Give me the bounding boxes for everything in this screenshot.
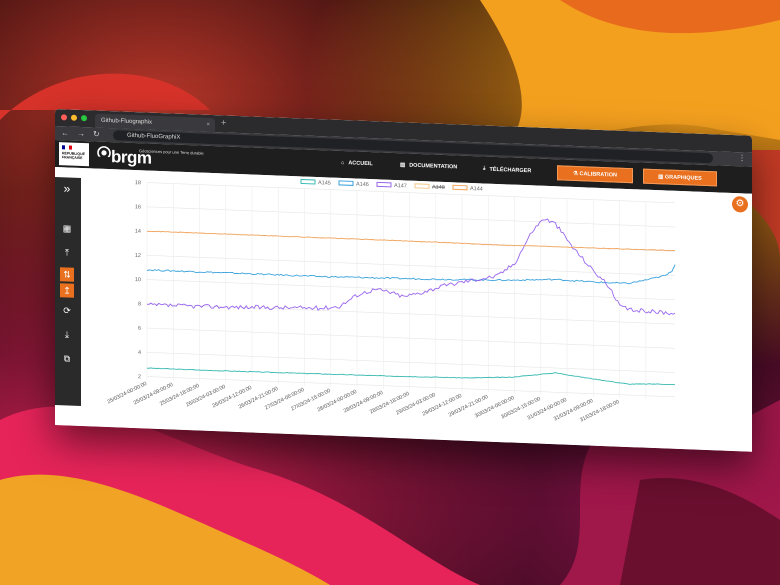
y-tick-label: 12 xyxy=(135,253,141,259)
y-tick-label: 10 xyxy=(135,277,141,283)
line-chart: 2468101214161825/03/24-00:00:0025/03/24-… xyxy=(106,178,676,424)
calibration-label: CALIBRATION xyxy=(579,171,617,179)
main-content: » ▦ ⤒ ⇅ ↥ ⟳ ⤓ ⧉ ⚙ 2 4 6 8 10 12 14 16 18 25/03/24… xyxy=(55,167,752,452)
chart-icon: ▥ xyxy=(658,174,664,181)
legend-label: A145 xyxy=(318,180,331,186)
home-icon: ⌂ xyxy=(341,159,345,167)
series-line-a144 xyxy=(147,230,676,252)
book-icon: ▤ xyxy=(400,162,406,169)
legend-swatch xyxy=(338,180,354,186)
y-tick-label: 4 xyxy=(138,350,141,356)
close-window-button[interactable] xyxy=(61,114,67,121)
reload-icon[interactable]: ↻ xyxy=(93,129,100,138)
legend-swatch xyxy=(300,178,316,185)
window-controls xyxy=(61,114,87,122)
nav-documentation[interactable]: ▤ DOCUMENTATION xyxy=(400,162,457,170)
browser-nav: ← → ↻ xyxy=(61,128,100,138)
back-arrow-icon[interactable]: ← xyxy=(61,128,69,137)
y-tick-label: 8 xyxy=(138,301,141,307)
minimize-window-button[interactable] xyxy=(71,114,77,121)
flag-icon xyxy=(62,145,72,150)
series-line-a146 xyxy=(146,264,676,285)
graphiques-button[interactable]: ▥ GRAPHIQUES xyxy=(643,168,717,187)
y-tick-label: 6 xyxy=(138,326,141,332)
y-tick-label: 16 xyxy=(135,204,141,210)
new-tab-button[interactable]: + xyxy=(221,117,226,127)
nav-telecharger[interactable]: ⤓ TÉLÉCHARGER xyxy=(483,165,531,174)
legend-label: A146 xyxy=(356,182,369,188)
flask-icon: ⚗ xyxy=(573,170,578,178)
download-icon: ⤓ xyxy=(483,165,486,172)
maximize-window-button[interactable] xyxy=(81,114,87,122)
nav-telecharger-label: TÉLÉCHARGER xyxy=(489,166,532,174)
y-tick-label: 2 xyxy=(138,374,141,380)
nav-accueil[interactable]: ⌂ ACCUEIL xyxy=(341,160,373,167)
legend-swatch xyxy=(414,183,430,189)
legend-swatch xyxy=(376,181,392,188)
browser-menu-icon[interactable]: ⋮ xyxy=(738,153,746,162)
legend-label: A144 xyxy=(470,186,483,192)
y-gridline xyxy=(147,206,675,228)
y-tick-label: 18 xyxy=(135,180,141,186)
legend-label: A148 xyxy=(432,184,445,190)
browser-window: Github-Fluographix × + ← → ↻ Github-Fluo… xyxy=(55,109,752,452)
legend-label: A147 xyxy=(394,183,407,189)
graphiques-label: GRAPHIQUES xyxy=(664,174,702,182)
y-gridline xyxy=(147,351,675,373)
y-gridline xyxy=(147,376,675,398)
url-text: Github-FluoGraphiX xyxy=(127,132,181,141)
legend-swatch xyxy=(452,184,468,191)
republique-francaise-logo: RÉPUBLIQUE FRANÇAISE xyxy=(59,142,89,167)
y-tick-label: 14 xyxy=(135,229,141,235)
calibration-button[interactable]: ⚗ CALIBRATION xyxy=(557,165,633,184)
nav-accueil-label: ACCUEIL xyxy=(348,160,373,168)
series-line-a145 xyxy=(146,367,676,386)
forward-arrow-icon[interactable]: → xyxy=(77,129,85,138)
tab-close-icon[interactable]: × xyxy=(206,118,210,132)
y-gridline xyxy=(147,327,675,349)
nav-documentation-label: DOCUMENTATION xyxy=(409,162,458,171)
republique-label: RÉPUBLIQUE FRANÇAISE xyxy=(62,151,85,161)
tab-title: Github-Fluographix xyxy=(101,117,153,126)
